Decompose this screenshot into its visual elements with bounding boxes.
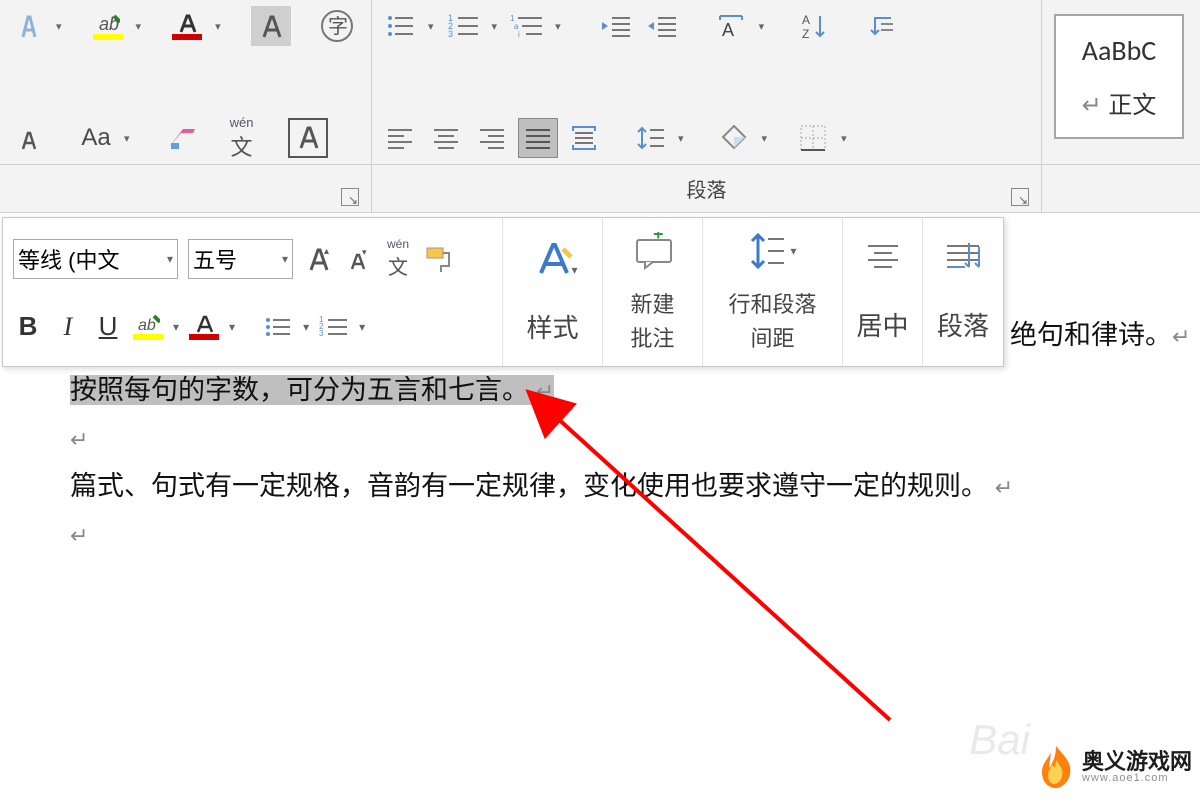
- svg-text:Z: Z: [802, 27, 809, 40]
- styles-button[interactable]: ▾ 样式: [503, 218, 603, 366]
- bullets-button[interactable]: [263, 308, 293, 346]
- svg-text:A: A: [802, 13, 810, 27]
- numbering-button[interactable]: 123: [444, 6, 484, 46]
- dropdown-icon[interactable]: ▾: [837, 132, 851, 145]
- character-border-button[interactable]: 字: [317, 6, 357, 46]
- svg-text:A: A: [722, 20, 734, 40]
- show-hide-button[interactable]: [860, 6, 900, 46]
- svg-text:▴: ▴: [324, 246, 329, 257]
- sort-button[interactable]: AZ: [794, 6, 834, 46]
- change-case-button[interactable]: Aa: [76, 118, 116, 158]
- dialog-launcher-icon[interactable]: [341, 188, 359, 206]
- watermark: 奥义游戏网 www.aoe1.com: [1036, 744, 1192, 790]
- decrease-indent-button[interactable]: [595, 6, 635, 46]
- phonetic-guide-button[interactable]: wén 文: [383, 240, 413, 278]
- dropdown-icon[interactable]: ▾: [758, 132, 772, 145]
- dropdown-icon[interactable]: ▾: [120, 132, 134, 145]
- dropdown-icon[interactable]: ▾: [132, 20, 146, 33]
- watermark-url: www.aoe1.com: [1082, 773, 1192, 784]
- paragraph-group: ▾ 123 ▾ 1ai ▾ A ▾ AZ: [372, 0, 1042, 164]
- dropdown-icon[interactable]: ▾: [173, 320, 179, 334]
- svg-text:3: 3: [448, 29, 453, 39]
- increase-indent-button[interactable]: [641, 6, 681, 46]
- dropdown-icon[interactable]: ▾: [755, 20, 769, 33]
- ribbon: ▾ ab ▾ ▾ 字: [0, 0, 1200, 165]
- highlight-button[interactable]: ab: [88, 6, 128, 46]
- align-justify-button[interactable]: [518, 118, 558, 158]
- paragraph-group-footer: 段落: [372, 165, 1042, 212]
- clear-formatting-button[interactable]: [162, 118, 202, 158]
- highlight-button[interactable]: ab: [133, 308, 163, 346]
- paragraph-group-label: 段落: [687, 174, 727, 203]
- phonetic-guide-button[interactable]: wén 文: [222, 118, 262, 158]
- new-comment-button[interactable]: + 新建批注: [603, 218, 703, 366]
- mini-toolbar: 等线 (中文▾ 五号▾ ▴ ▾ wén 文 B I U ab: [2, 217, 1004, 367]
- watermark-faint: Bai: [969, 716, 1030, 764]
- styles-gallery-item[interactable]: AaBbC ↵ 正文: [1054, 14, 1184, 139]
- dialog-launcher-icon[interactable]: [1011, 188, 1029, 206]
- svg-text:+: +: [653, 232, 664, 244]
- center-button[interactable]: 居中: [843, 218, 923, 366]
- bold-button[interactable]: B: [13, 308, 43, 346]
- font-color-button[interactable]: [167, 6, 207, 46]
- phonetic-guide-label: wén: [230, 115, 254, 130]
- italic-button[interactable]: I: [53, 308, 83, 346]
- svg-text:▾: ▾: [362, 247, 367, 257]
- character-shading-button[interactable]: [288, 118, 328, 158]
- text-effects-button[interactable]: [251, 6, 291, 46]
- format-painter-button[interactable]: [423, 240, 453, 278]
- svg-text:字: 字: [328, 15, 348, 38]
- dropdown-icon[interactable]: ▾: [52, 20, 66, 33]
- watermark-title: 奥义游戏网: [1082, 751, 1192, 773]
- text-fragment: 绝句和律诗。↵: [1010, 315, 1190, 357]
- paragraph-button[interactable]: 段落: [923, 218, 1003, 366]
- bullets-button[interactable]: [380, 6, 420, 46]
- dropdown-icon[interactable]: ▾: [229, 320, 235, 334]
- font-size-select[interactable]: 五号▾: [188, 239, 293, 279]
- dropdown-icon[interactable]: ▾: [488, 20, 502, 33]
- distribute-button[interactable]: [564, 118, 604, 158]
- svg-text:3: 3: [319, 329, 324, 338]
- shrink-font-button[interactable]: ▾: [343, 240, 373, 278]
- line-spacing-button[interactable]: ▾ 行和段落间距: [703, 218, 843, 366]
- flame-icon: [1036, 744, 1076, 790]
- body-paragraph[interactable]: 篇式、句式有一定规格，音韵有一定规律，变化使用也要求遵守一定的规则。 ↵: [70, 466, 1200, 508]
- font-group: ▾ ab ▾ ▾ 字: [0, 0, 372, 164]
- svg-text:i: i: [518, 30, 520, 39]
- font-color-button[interactable]: [189, 308, 219, 346]
- font-color-fragment-icon[interactable]: [8, 6, 48, 46]
- svg-text:ab: ab: [138, 317, 156, 334]
- align-left-button[interactable]: [380, 118, 420, 158]
- numbering-button[interactable]: 123: [319, 308, 349, 346]
- paragraph-mark-icon: ↵: [70, 519, 88, 553]
- dropdown-icon[interactable]: ▾: [551, 20, 565, 33]
- dropdown-icon[interactable]: ▾: [303, 320, 309, 334]
- multilevel-list-button[interactable]: 1ai: [507, 6, 547, 46]
- shrink-font-icon[interactable]: [8, 118, 48, 158]
- borders-button[interactable]: [793, 118, 833, 158]
- line-spacing-button[interactable]: [630, 118, 670, 158]
- dropdown-icon[interactable]: ▾: [211, 20, 225, 33]
- align-right-button[interactable]: [472, 118, 512, 158]
- underline-button[interactable]: U: [93, 308, 123, 346]
- dropdown-icon[interactable]: ▾: [674, 132, 688, 145]
- font-group-footer: [0, 165, 372, 212]
- grow-font-button[interactable]: ▴: [303, 240, 333, 278]
- asian-layout-button[interactable]: A: [711, 6, 751, 46]
- paragraph-mark-icon: ↵: [70, 423, 88, 457]
- style-sample: AaBbC: [1082, 33, 1156, 68]
- dropdown-icon[interactable]: ▾: [359, 320, 365, 334]
- dropdown-icon[interactable]: ▾: [424, 20, 438, 33]
- selected-text-line[interactable]: 按照每句的字数，可分为五言和七言。 ↵: [70, 370, 1200, 412]
- font-name-select[interactable]: 等线 (中文▾: [13, 239, 178, 279]
- style-name: 正文: [1108, 92, 1156, 119]
- shading-button[interactable]: [714, 118, 754, 158]
- align-center-button[interactable]: [426, 118, 466, 158]
